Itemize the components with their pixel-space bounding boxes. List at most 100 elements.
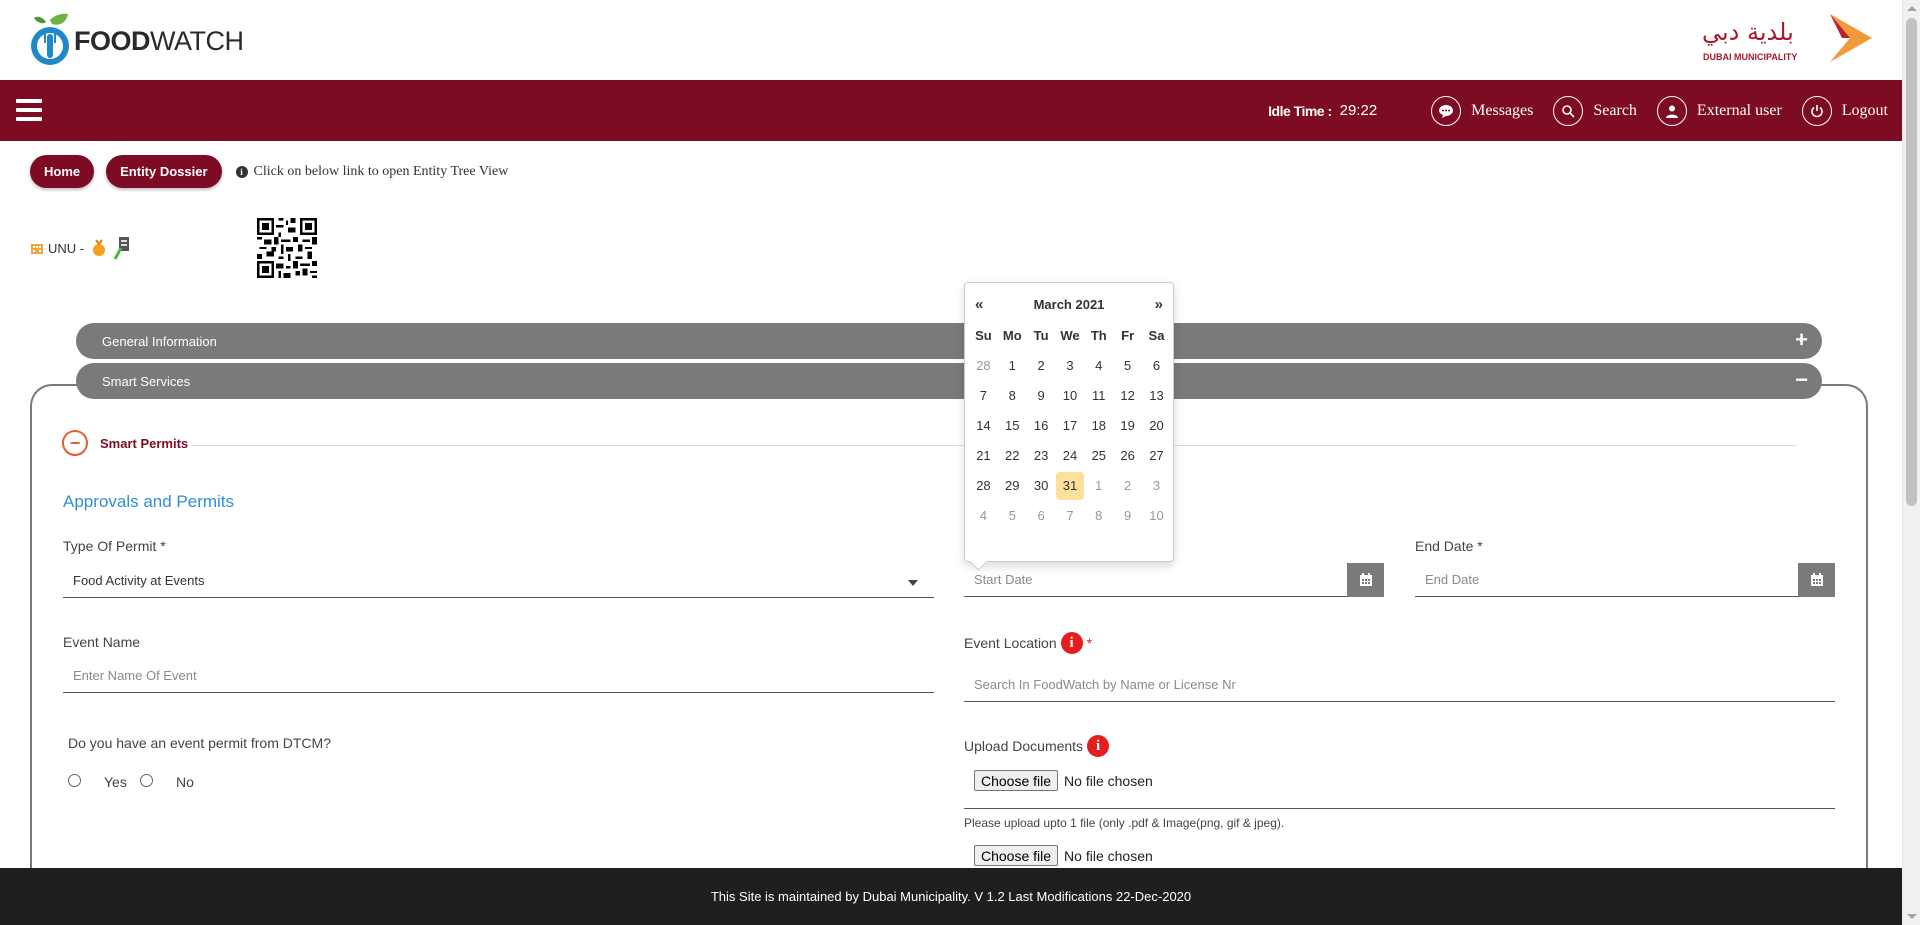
scrollbar-thumb[interactable]	[1906, 18, 1917, 506]
day-cell[interactable]: 2	[1027, 351, 1056, 381]
file-input-2[interactable]: Choose file No file chosen	[974, 845, 1153, 866]
choose-file-button[interactable]: Choose file	[974, 770, 1059, 791]
day-cell[interactable]: 3	[1142, 471, 1171, 501]
day-cell[interactable]: 13	[1142, 381, 1171, 411]
expand-plus-icon[interactable]: +	[1795, 329, 1808, 351]
day-cell[interactable]: 25	[1084, 441, 1113, 471]
qr-code[interactable]	[257, 218, 317, 278]
day-cell[interactable]: 11	[1084, 381, 1113, 411]
day-cell[interactable]: 29	[998, 471, 1027, 501]
day-cell[interactable]: 14	[969, 411, 998, 441]
weekday-label: We	[1060, 328, 1080, 343]
event-name-placeholder: Enter Name Of Event	[73, 668, 197, 683]
next-month-button[interactable]: »	[1155, 296, 1163, 313]
day-cell[interactable]: 27	[1142, 441, 1171, 471]
end-date-input[interactable]: End Date	[1415, 563, 1799, 597]
day-cell[interactable]: 1	[1084, 471, 1113, 501]
day-cell[interactable]: 28	[969, 471, 998, 501]
search-link[interactable]: Search	[1553, 95, 1637, 126]
collapse-circle-icon[interactable]: −	[62, 430, 88, 456]
footer-text: This Site is maintained by Dubai Municip…	[710, 889, 1192, 904]
home-button[interactable]: Home	[30, 155, 95, 188]
day-cell[interactable]: 7	[969, 381, 998, 411]
permit-type-select[interactable]: Food Activity at Events	[63, 564, 934, 598]
prev-month-button[interactable]: «	[975, 296, 983, 313]
weekday-label: Tu	[1033, 328, 1049, 343]
day-cell[interactable]: 20	[1142, 411, 1171, 441]
menu-icon[interactable]	[16, 99, 42, 121]
day-cell[interactable]: 17	[1056, 411, 1085, 441]
day-cell[interactable]: 5	[998, 501, 1027, 531]
day-cell[interactable]: 7	[1056, 501, 1085, 531]
day-cell[interactable]: 4	[969, 501, 998, 531]
week-row: 28 1 2 3 4 5 6	[969, 351, 1171, 381]
day-cell[interactable]: 1	[998, 351, 1027, 381]
event-location-input[interactable]: Search In FoodWatch by Name or License N…	[964, 668, 1835, 702]
day-cell[interactable]: 6	[1027, 501, 1056, 531]
day-cell[interactable]: 10	[1056, 381, 1085, 411]
day-cell[interactable]: 3	[1056, 351, 1085, 381]
municipality-arabic-name: بلدية دبي	[1702, 18, 1794, 46]
day-cell-today[interactable]: 31	[1055, 472, 1085, 500]
page-scrollbar[interactable]	[1902, 0, 1920, 925]
day-cell[interactable]: 15	[998, 411, 1027, 441]
day-cell[interactable]: 22	[998, 441, 1027, 471]
scroll-up-arrow-icon[interactable]	[1907, 6, 1917, 11]
day-cell[interactable]: 21	[969, 441, 998, 471]
day-cell[interactable]: 24	[1056, 441, 1085, 471]
day-cell[interactable]: 28	[969, 351, 998, 381]
day-cell[interactable]: 4	[1084, 351, 1113, 381]
day-cell[interactable]: 12	[1113, 381, 1142, 411]
top-header: FOODWATCH بلدية دبي DUBAI MUNICIPALITY	[0, 0, 1902, 80]
messages-link[interactable]: Messages	[1431, 95, 1534, 126]
day-cell[interactable]: 6	[1142, 351, 1171, 381]
dtcm-no-radio[interactable]	[140, 774, 153, 787]
day-cell[interactable]: 5	[1113, 351, 1142, 381]
collapse-minus-icon[interactable]: −	[1795, 369, 1808, 391]
municipality-latin-name: DUBAI MUNICIPALITY	[1703, 52, 1798, 62]
upload-divider	[964, 808, 1835, 809]
upload-documents-label: Upload Documents	[964, 738, 1084, 754]
day-cell[interactable]: 18	[1084, 411, 1113, 441]
approvals-title: Approvals and Permits	[63, 492, 235, 511]
user-link[interactable]: External user	[1656, 95, 1782, 126]
scroll-down-arrow-icon[interactable]	[1907, 914, 1917, 919]
no-file-text: No file chosen	[1064, 847, 1153, 864]
messages-label: Messages	[1471, 101, 1534, 119]
start-date-input[interactable]: Start Date	[964, 563, 1348, 597]
general-information-accordion[interactable]: General Information +	[76, 323, 1822, 359]
smart-services-accordion[interactable]: Smart Services −	[76, 363, 1822, 399]
foodwatch-logo-icon	[31, 13, 69, 65]
start-date-calendar-button[interactable]	[1347, 563, 1384, 597]
upload-label-row: Upload Documents i	[964, 735, 1110, 757]
entity-dossier-button[interactable]: Entity Dossier	[106, 155, 222, 188]
general-information-title: General Information	[102, 333, 217, 349]
month-year-switch[interactable]: March 2021	[1034, 297, 1105, 312]
day-cell[interactable]: 8	[998, 381, 1027, 411]
user-icon	[1656, 95, 1687, 126]
day-cell[interactable]: 2	[1113, 471, 1142, 501]
choose-file-button[interactable]: Choose file	[974, 845, 1059, 866]
dubai-municipality-logo[interactable]: بلدية دبي DUBAI MUNICIPALITY	[1702, 10, 1872, 66]
logout-link[interactable]: Logout	[1801, 95, 1888, 126]
file-input-1[interactable]: Choose file No file chosen	[974, 770, 1153, 791]
location-info-icon[interactable]: i	[1060, 632, 1083, 654]
smart-services-panel	[30, 384, 1868, 925]
dtcm-yes-radio[interactable]	[68, 774, 81, 787]
day-cell[interactable]: 23	[1027, 441, 1056, 471]
day-cell[interactable]: 19	[1113, 411, 1142, 441]
weekday-header-row: Su Mo Tu We Th Fr Sa	[969, 321, 1171, 351]
day-cell[interactable]: 30	[1027, 471, 1056, 501]
day-cell[interactable]: 8	[1084, 501, 1113, 531]
entity-tree-link[interactable]: UNU -	[30, 236, 130, 260]
event-name-input[interactable]: Enter Name Of Event	[63, 659, 934, 693]
day-cell[interactable]: 16	[1027, 411, 1056, 441]
foodwatch-logo[interactable]: FOODWATCH	[28, 10, 244, 72]
day-cell[interactable]: 10	[1142, 501, 1171, 531]
foodwatch-logo-text: FOODWATCH	[74, 25, 244, 56]
upload-info-icon[interactable]: i	[1087, 735, 1110, 757]
end-date-calendar-button[interactable]	[1798, 563, 1835, 597]
day-cell[interactable]: 26	[1113, 441, 1142, 471]
day-cell[interactable]: 9	[1113, 501, 1142, 531]
day-cell[interactable]: 9	[1027, 381, 1056, 411]
